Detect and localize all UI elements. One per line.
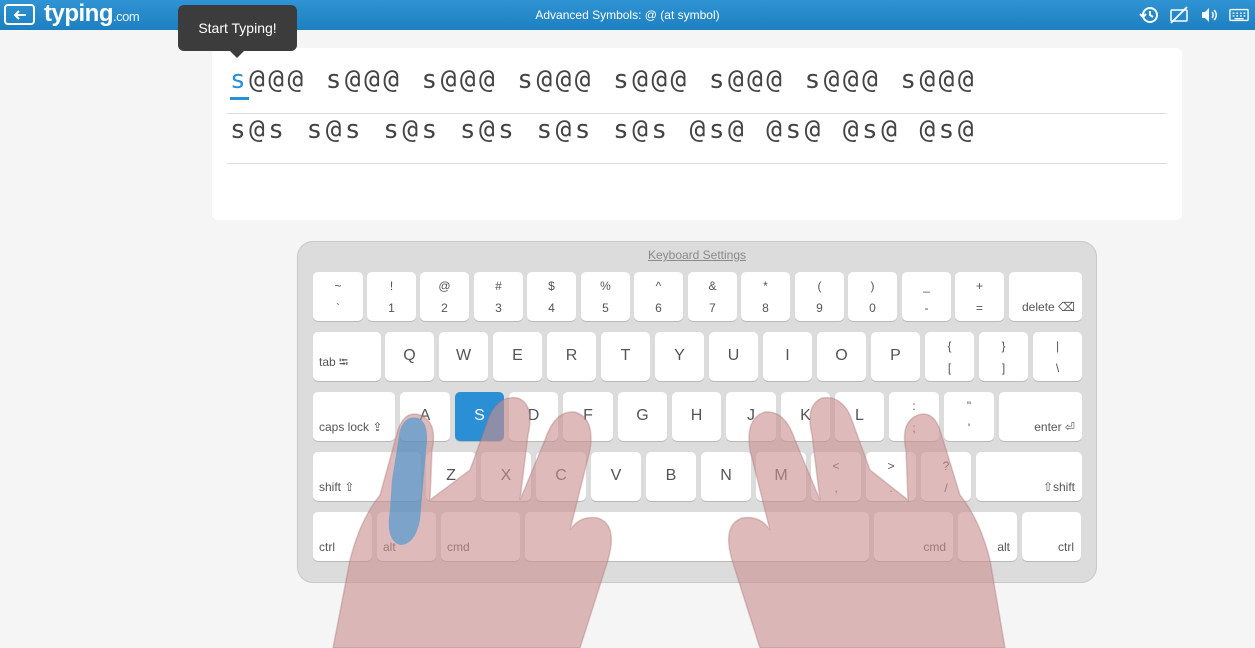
key-shift-right[interactable]: ⇧shift xyxy=(976,452,1082,501)
key-r[interactable]: R xyxy=(547,332,596,381)
key-j[interactable]: J xyxy=(726,392,776,441)
key-4[interactable]: $4 xyxy=(527,272,576,321)
key-d[interactable]: D xyxy=(509,392,558,441)
typing-panel[interactable]: s@@@ s@@@ s@@@ s@@@ s@@@ s@@@ s@@@ s@@@ … xyxy=(212,48,1182,220)
key-h[interactable]: H xyxy=(672,392,721,441)
virtual-keyboard: Keyboard Settings ~ ` ! 1 @2 #3 $4 % 5 ^ 6 &… xyxy=(297,241,1097,583)
key-p[interactable]: P xyxy=(871,332,920,381)
key-equals[interactable]: + = xyxy=(955,272,1004,321)
key-t[interactable]: T xyxy=(601,332,650,381)
current-character: s xyxy=(230,65,250,100)
history-icon[interactable] xyxy=(1139,5,1159,25)
key-k[interactable]: K xyxy=(781,392,830,441)
key-cmd-left[interactable]: cmd xyxy=(441,512,520,561)
key-f[interactable]: F xyxy=(563,392,613,441)
keyboard-settings-link[interactable]: Keyboard Settings xyxy=(298,248,1096,262)
key-alt-left[interactable]: alt xyxy=(377,512,436,561)
key-x[interactable]: X xyxy=(481,452,531,501)
text-line: s@s s@s s@s s@s s@s s@s @s@ @s@ @s@ @s@ xyxy=(227,106,1167,164)
key-quote[interactable]: " ' xyxy=(944,392,994,441)
key-alt-right[interactable]: alt xyxy=(958,512,1017,561)
key-l[interactable]: L xyxy=(835,392,884,441)
key-backslash[interactable]: | \ xyxy=(1033,332,1082,381)
key-b[interactable]: B xyxy=(646,452,696,501)
key-enter[interactable]: enter ⏎ xyxy=(999,392,1082,441)
keyboard-icon[interactable] xyxy=(1229,5,1249,25)
key-ctrl-right[interactable]: ctrl xyxy=(1022,512,1081,561)
key-q[interactable]: Q xyxy=(385,332,434,381)
key-s[interactable]: S xyxy=(455,392,504,441)
key-0[interactable]: ) 0 xyxy=(848,272,897,321)
key-c[interactable]: C xyxy=(536,452,586,501)
key-5[interactable]: % 5 xyxy=(581,272,630,321)
key-semicolon[interactable]: :; xyxy=(889,392,939,441)
key-caps-lock[interactable]: caps lock ⇪ xyxy=(313,392,395,441)
key-7[interactable]: & 7 xyxy=(688,272,737,321)
sound-icon[interactable] xyxy=(1199,5,1219,25)
key-g[interactable]: G xyxy=(618,392,667,441)
key-delete[interactable]: delete ⌫ xyxy=(1009,272,1082,321)
line-text: s@s s@s s@s s@s s@s s@s @s@ @s@ @s@ @s@ xyxy=(230,115,977,145)
key-period[interactable]: >. xyxy=(866,452,916,501)
key-v[interactable]: V xyxy=(591,452,641,501)
key-i[interactable]: I xyxy=(763,332,812,381)
start-typing-tooltip: Start Typing! xyxy=(178,5,297,58)
key-right-bracket[interactable]: }] xyxy=(979,332,1028,381)
key-u[interactable]: U xyxy=(709,332,758,381)
key-left-bracket[interactable]: {[ xyxy=(925,332,974,381)
key-cmd-right[interactable]: cmd xyxy=(874,512,953,561)
key-z[interactable]: Z xyxy=(426,452,476,501)
key-y[interactable]: Y xyxy=(655,332,704,381)
key-6[interactable]: ^ 6 xyxy=(634,272,683,321)
key-2[interactable]: @2 xyxy=(420,272,469,321)
key-space[interactable] xyxy=(525,512,869,561)
remaining-text: @@@ s@@@ s@@@ s@@@ s@@@ s@@@ s@@@ s@@@ xyxy=(249,65,977,95)
key-tab[interactable]: tab ⭾ xyxy=(313,332,381,381)
key-9[interactable]: (9 xyxy=(795,272,844,321)
key-shift-left[interactable]: shift ⇧ xyxy=(313,452,421,501)
key-comma[interactable]: <, xyxy=(811,452,861,501)
key-e[interactable]: E xyxy=(493,332,542,381)
key-w[interactable]: W xyxy=(439,332,488,381)
key-ctrl-left[interactable]: ctrl xyxy=(313,512,372,561)
key-n[interactable]: N xyxy=(701,452,751,501)
key-3[interactable]: #3 xyxy=(474,272,523,321)
key-slash[interactable]: ? / xyxy=(921,452,971,501)
key-a[interactable]: A xyxy=(400,392,450,441)
key-8[interactable]: * 8 xyxy=(741,272,790,321)
key-backtick[interactable]: ~ ` xyxy=(313,272,363,321)
key-1[interactable]: ! 1 xyxy=(367,272,416,321)
key-o[interactable]: O xyxy=(817,332,866,381)
key-m[interactable]: M xyxy=(756,452,806,501)
key-minus[interactable]: _ - xyxy=(902,272,951,321)
hide-hands-icon[interactable] xyxy=(1169,5,1189,25)
